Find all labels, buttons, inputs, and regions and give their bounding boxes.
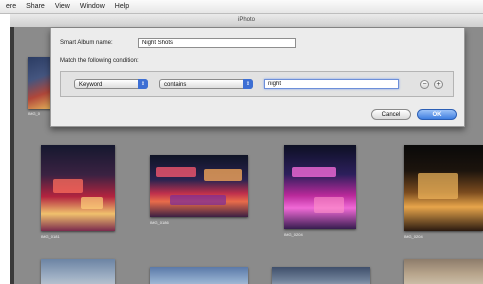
popup-arrows-icon: ⇕ (138, 79, 148, 89)
photo-highlight (314, 197, 344, 213)
album-name-input[interactable] (138, 38, 296, 48)
field-popup-value: Keyword (79, 82, 103, 88)
photo-highlight (292, 167, 336, 177)
photo-thumbnail[interactable] (284, 145, 356, 229)
window-title-bar[interactable]: iPhoto (10, 14, 483, 28)
cancel-button[interactable]: Cancel (371, 109, 411, 120)
operator-popup-value: contains (164, 82, 187, 88)
photo-thumbnail[interactable] (150, 155, 248, 217)
photo-highlight (170, 195, 226, 205)
minus-icon: − (422, 81, 427, 88)
photo-caption: IMG_0 (28, 111, 41, 116)
menu-item-share[interactable]: Share (26, 3, 45, 10)
match-condition-label: Match the following condition: (60, 58, 139, 64)
album-name-label: Smart Album name: (60, 40, 113, 46)
menu-item-help[interactable]: Help (115, 3, 129, 10)
menu-item-app[interactable]: ere (6, 3, 16, 10)
condition-row: Keyword ⇕ contains ⇕ − + (60, 71, 454, 97)
photo-thumbnail[interactable] (404, 145, 483, 231)
menu-bar: ere Share View Window Help (0, 0, 483, 14)
photo-thumbnail[interactable] (404, 259, 483, 284)
photo-caption: IMG_0186 (150, 220, 169, 225)
field-popup[interactable]: Keyword ⇕ (74, 79, 148, 89)
screen: ere Share View Window Help iPhoto IMG_0 … (0, 0, 483, 284)
photo-thumbnail[interactable] (150, 267, 248, 284)
photo-caption: IMG_0204 (404, 234, 423, 239)
photo-highlight (53, 179, 83, 193)
photo-thumbnail[interactable] (272, 267, 370, 284)
add-condition-button[interactable]: + (434, 80, 443, 89)
remove-condition-button[interactable]: − (420, 80, 429, 89)
menu-item-view[interactable]: View (55, 3, 70, 10)
smart-album-sheet: Smart Album name: Match the following co… (50, 28, 465, 127)
condition-value-input[interactable] (264, 79, 399, 89)
photo-highlight (204, 169, 242, 181)
photo-thumbnail[interactable] (41, 259, 115, 284)
photo-highlight (156, 167, 196, 177)
photo-highlight (81, 197, 103, 209)
photo-highlight (418, 173, 458, 199)
operator-popup[interactable]: contains ⇕ (159, 79, 253, 89)
menu-item-window[interactable]: Window (80, 3, 105, 10)
photo-caption: IMG_0181 (41, 234, 60, 239)
ok-button[interactable]: OK (417, 109, 457, 120)
popup-arrows-icon: ⇕ (243, 79, 253, 89)
photo-caption: IMG_0204 (284, 232, 303, 237)
photo-thumbnail[interactable] (41, 145, 115, 231)
window-title: iPhoto (237, 17, 255, 23)
photo-thumbnail[interactable] (28, 57, 52, 109)
plus-icon: + (436, 81, 441, 88)
